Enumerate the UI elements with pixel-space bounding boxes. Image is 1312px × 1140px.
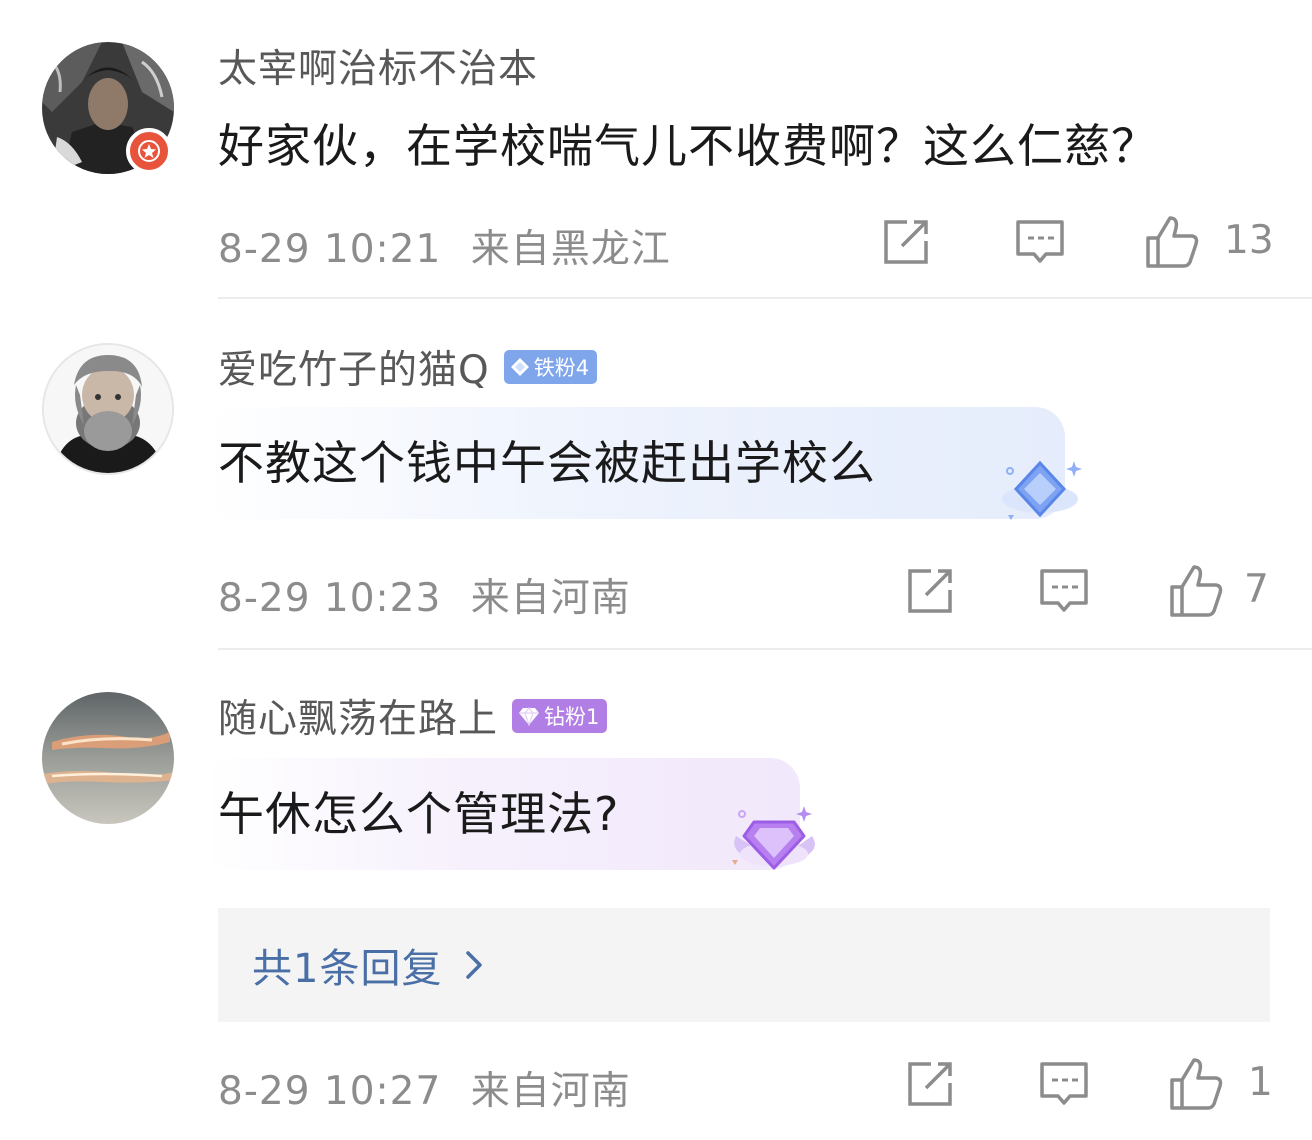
- like-count: 1: [1248, 1060, 1273, 1105]
- share-icon[interactable]: [880, 216, 932, 268]
- comment-icon[interactable]: [1038, 1058, 1090, 1110]
- fan-badge: 钻粉1: [512, 699, 608, 733]
- comment-text: 好家伙，在学校喘气儿不收费啊？这么仁慈？: [218, 119, 1158, 173]
- share-icon[interactable]: [904, 565, 956, 617]
- comment-meta: 8-29 10:23 来自河南: [218, 567, 631, 623]
- comment-location: 来自黑龙江: [470, 227, 671, 272]
- chevron-right-icon: [466, 951, 483, 979]
- comment-text: 午休怎么个管理法?: [218, 787, 620, 841]
- comment-location: 来自河南: [470, 1069, 631, 1114]
- thumbs-up-icon[interactable]: [1168, 1056, 1224, 1112]
- comment-item: 爱吃竹子的猫Q 铁粉4 不教这个钱中午会被赶出学校么 8-29 10:23 来自…: [0, 299, 1312, 649]
- comment-date: 8-29 10:23: [218, 576, 442, 621]
- username[interactable]: 太宰啊治标不治本: [218, 38, 538, 94]
- comment-text: 不教这个钱中午会被赶出学校么: [218, 436, 876, 490]
- comment-meta: 8-29 10:27 来自河南: [218, 1060, 631, 1116]
- like-count: 13: [1224, 218, 1274, 263]
- comment-date: 8-29 10:27: [218, 1069, 442, 1114]
- diamond-decoration-icon: [732, 806, 815, 870]
- fan-badge-label: 铁粉4: [533, 356, 590, 380]
- comment-date: 8-29 10:21: [218, 227, 442, 272]
- diamond-icon: [519, 707, 540, 726]
- username[interactable]: 随心飘荡在路上: [218, 688, 498, 744]
- comment-icon[interactable]: [1038, 565, 1090, 617]
- reply-summary-link[interactable]: 共1条回复: [218, 908, 1270, 1022]
- share-icon[interactable]: [904, 1058, 956, 1110]
- reply-summary-text: 共1条回复: [252, 946, 443, 992]
- username[interactable]: 爱吃竹子的猫Q: [218, 339, 490, 395]
- comment-meta: 8-29 10:21 来自黑龙江: [218, 218, 671, 274]
- diamond-icon: [510, 358, 529, 376]
- like-count: 7: [1244, 567, 1269, 612]
- comment-icon[interactable]: [1014, 216, 1066, 268]
- verified-badge-icon: [126, 128, 172, 174]
- fan-badge-label: 钻粉1: [544, 705, 600, 729]
- thumbs-up-icon[interactable]: [1144, 214, 1200, 270]
- comment-location: 来自河南: [470, 576, 631, 621]
- avatar[interactable]: [42, 343, 174, 475]
- fan-badge: 铁粉4: [503, 350, 598, 384]
- comment-item: 太宰啊治标不治本 好家伙，在学校喘气儿不收费啊？这么仁慈？ 8-29 10:21…: [0, 0, 1312, 298]
- avatar[interactable]: [42, 692, 174, 824]
- thumbs-up-icon[interactable]: [1168, 563, 1224, 619]
- diamond-decoration-icon: [1002, 460, 1082, 520]
- comment-item: 随心飘荡在路上 钻粉1 午休怎么个管理法? 共1条回复 8-29 10:27 来…: [0, 650, 1312, 1140]
